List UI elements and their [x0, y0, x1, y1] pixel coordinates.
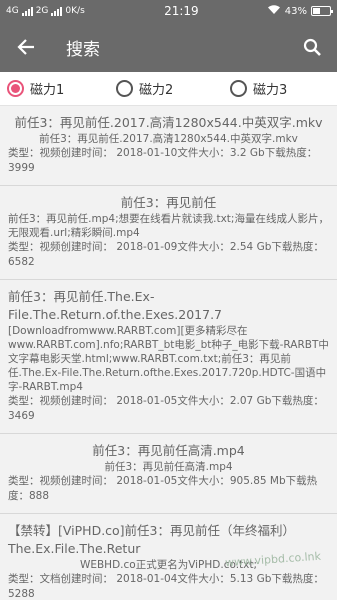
wifi-icon: [267, 4, 281, 18]
list-item[interactable]: 前任3：再见前任.2017.高清1280x544.中英双字.mkv 前任3：再见…: [0, 106, 337, 186]
list-item[interactable]: 前任3：再见前任高清.mp4 前任3：再见前任高清.mp4 类型：视频创建时间：…: [0, 434, 337, 514]
result-meta: 类型：视频创建时间： 2018-01-09文件大小：2.54 Gb下载热度：65…: [8, 241, 324, 268]
result-files: [Downloadfromwww.RARBT.com][更多精彩尽在www.RA…: [8, 325, 329, 393]
battery-icon: [311, 6, 333, 16]
list-item[interactable]: 前任3：再见前任.The.Ex-File.The.Return.of.the.E…: [0, 280, 337, 434]
radio-unchecked-icon: [230, 80, 247, 97]
results-list: 前任3：再见前任.2017.高清1280x544.中英双字.mkv 前任3：再见…: [0, 106, 337, 600]
result-title: 前任3：再见前任高清.mp4: [92, 443, 245, 458]
radio-label: 磁力2: [139, 83, 174, 98]
result-files: 前任3：再见前任.2017.高清1280x544.中英双字.mkv: [39, 133, 298, 145]
result-meta: 类型：视频创建时间： 2018-01-05文件大小：2.07 Gb下载热度：34…: [8, 395, 324, 422]
net-speed: 0K/s: [65, 6, 85, 16]
back-button[interactable]: [0, 22, 52, 72]
status-time: 21:19: [164, 4, 199, 18]
result-files: 前任3：再见前任高清.mp4: [104, 461, 233, 473]
radio-label: 磁力1: [30, 83, 65, 98]
status-network: 4G 2G 0K/s: [6, 6, 126, 16]
radio-magnet-3[interactable]: 磁力3: [224, 79, 336, 98]
list-item[interactable]: 前任3：再见前任 前任3：再见前任.mp4;想要在线看片就读我.txt;海量在线…: [0, 186, 337, 280]
radio-label: 磁力3: [253, 83, 288, 98]
page-title: 搜索: [66, 39, 100, 60]
source-selector: 磁力1 磁力2 磁力3: [0, 72, 337, 106]
status-bar: 4G 2G 0K/s 21:19 43%: [0, 0, 337, 22]
net2-label: 2G: [35, 6, 49, 16]
result-title: 前任3：再见前任: [120, 195, 217, 210]
signal-icon-2: [51, 6, 63, 16]
radio-unchecked-icon: [116, 80, 133, 97]
result-title: 前任3：再见前任.The.Ex-File.The.Return.of.the.E…: [8, 289, 222, 322]
arrow-back-icon: [17, 39, 34, 55]
result-meta: 类型：文档创建时间： 2018-01-04文件大小：5.13 Gb下载热度：52…: [8, 573, 324, 600]
search-button[interactable]: [287, 22, 337, 72]
net1-label: 4G: [6, 6, 19, 16]
result-files: 前任3：再见前任.mp4;想要在线看片就读我.txt;海量在线成人影片，无限观看…: [8, 213, 329, 239]
signal-icon: [21, 6, 33, 16]
radio-magnet-2[interactable]: 磁力2: [112, 79, 224, 98]
search-icon: [303, 38, 321, 56]
result-meta: 类型：视频创建时间： 2018-01-05文件大小：905.85 Mb下载热度：…: [8, 475, 318, 502]
result-meta: 类型：视频创建时间： 2018-01-10文件大小：3.2 Gb下载热度：399…: [8, 147, 318, 174]
battery-percent: 43%: [284, 5, 307, 17]
radio-magnet-1[interactable]: 磁力1: [0, 79, 112, 98]
app-bar: 搜索: [0, 22, 337, 72]
result-title: 前任3：再见前任.2017.高清1280x544.中英双字.mkv: [14, 115, 323, 130]
radio-checked-icon: [7, 80, 24, 97]
